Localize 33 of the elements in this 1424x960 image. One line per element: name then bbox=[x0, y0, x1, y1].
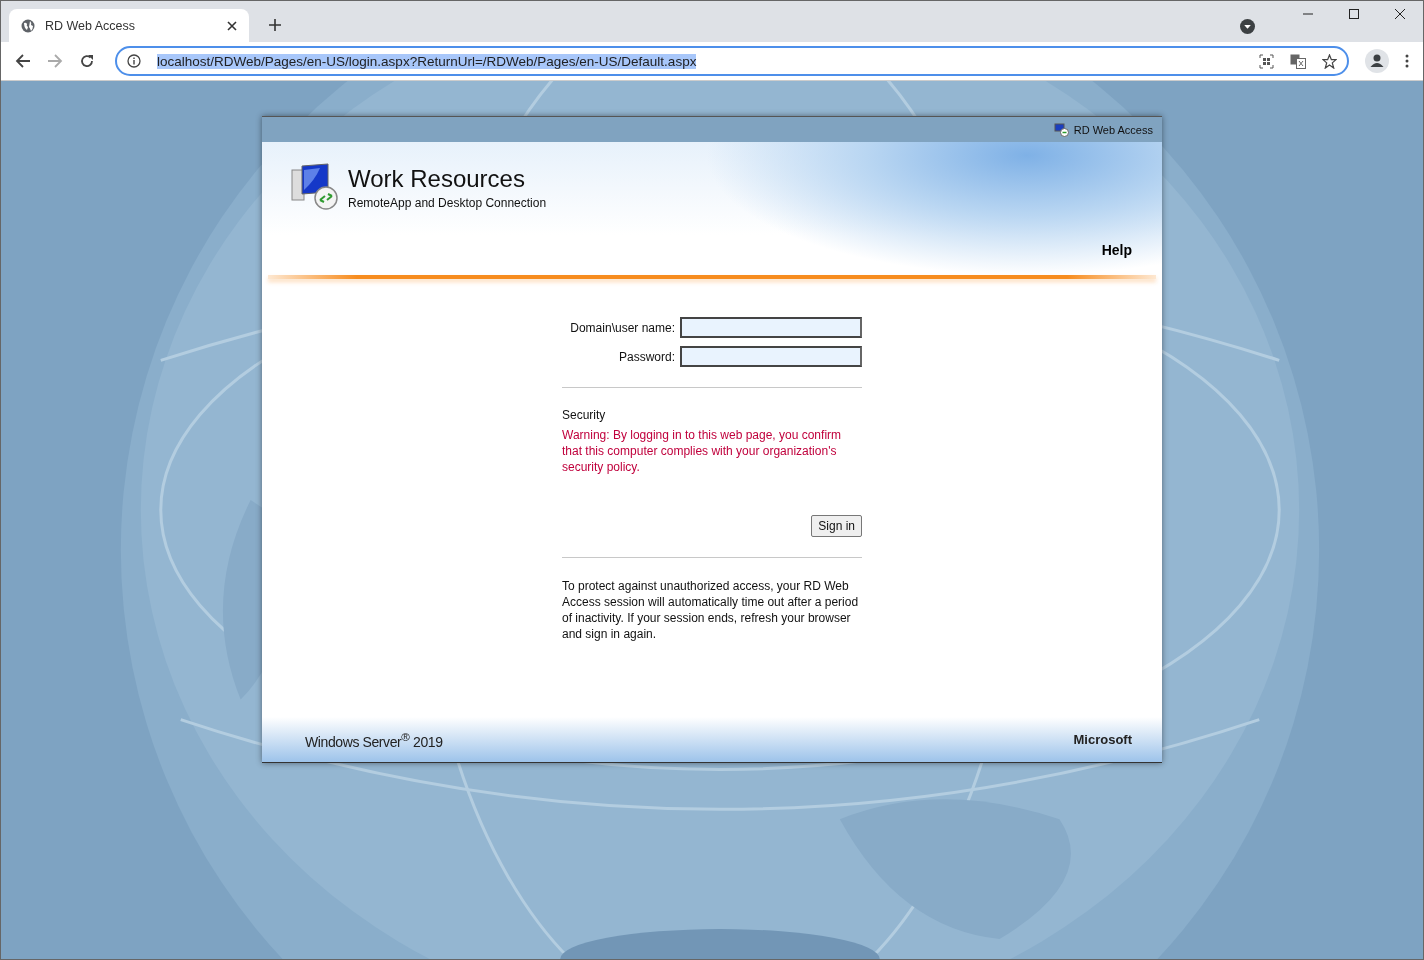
translate-icon[interactable] bbox=[1290, 53, 1306, 69]
back-icon[interactable] bbox=[15, 53, 31, 69]
timeout-note: To protect against unauthorized access, your RD Web Access session will automatically time out after a period of inactivity. If your session ends, refresh your browser and sign in again. bbox=[562, 578, 860, 642]
address-bar[interactable]: localhost/RDWeb/Pages/en-US/login.aspx?ReturnUrl=/RDWeb/Pages/en-US/Default.aspx bbox=[115, 46, 1349, 76]
page-subtitle: RemoteApp and Desktop Connection bbox=[348, 196, 547, 210]
url-text: localhost/RDWeb/Pages/en-US/login.aspx?ReturnUrl=/RDWeb/Pages/en-US/Default.aspx bbox=[157, 53, 697, 69]
profile-avatar-icon[interactable] bbox=[1365, 49, 1389, 73]
username-field[interactable] bbox=[680, 317, 862, 338]
qr-code-icon[interactable] bbox=[1259, 53, 1274, 69]
close-icon[interactable] bbox=[1394, 8, 1406, 20]
field-label: Domain\user name: bbox=[570, 320, 675, 335]
remote-desktop-icon bbox=[1053, 122, 1069, 137]
security-heading: Security bbox=[562, 408, 607, 422]
browser-tab[interactable]: RD Web Access bbox=[9, 9, 249, 42]
tab-search-icon[interactable] bbox=[1240, 19, 1255, 34]
close-icon[interactable] bbox=[227, 20, 237, 31]
globe-icon bbox=[21, 18, 35, 33]
reload-icon[interactable] bbox=[79, 53, 95, 69]
rd-web-access-label: RD Web Access bbox=[1073, 123, 1153, 136]
remote-desktop-icon bbox=[290, 162, 340, 212]
star-icon[interactable] bbox=[1322, 53, 1337, 69]
field-label: Password: bbox=[618, 349, 675, 364]
security-warning: Warning: By logging in to this web page, you confirm that this computer complies with your organization's security policy. bbox=[562, 427, 843, 475]
sign-in-button[interactable]: Sign in bbox=[811, 515, 862, 537]
microsoft-logo: Microsoft bbox=[1073, 732, 1132, 747]
menu-icon[interactable] bbox=[1405, 54, 1409, 68]
maximize-icon[interactable] bbox=[1348, 8, 1360, 20]
new-tab-icon[interactable] bbox=[269, 19, 281, 31]
password-field[interactable] bbox=[680, 346, 862, 367]
help-link[interactable]: Help bbox=[1101, 242, 1132, 258]
page-title: Work Resources bbox=[348, 165, 526, 193]
info-icon[interactable] bbox=[127, 54, 141, 68]
windows-server-logo: Windows Server$^{®}$ 2019 bbox=[305, 729, 443, 750]
